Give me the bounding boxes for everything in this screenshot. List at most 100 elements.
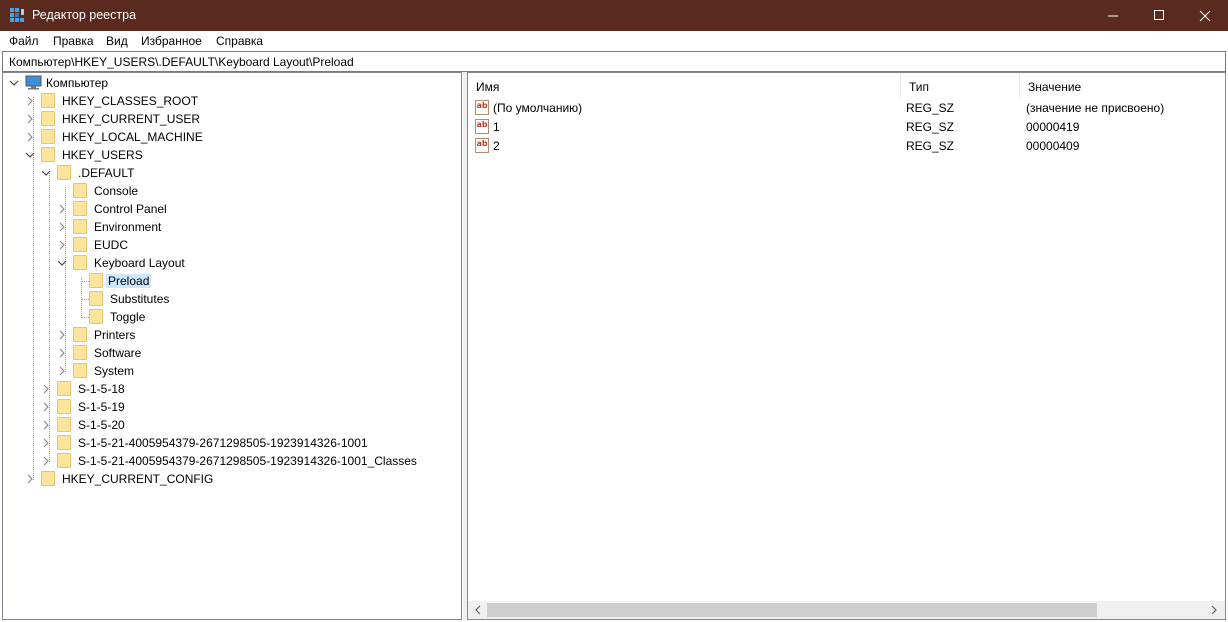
folder-icon: [73, 219, 87, 234]
tree-label: S-1-5-21-4005954379-2671298505-192391432…: [78, 454, 417, 468]
tree-label: Toggle: [110, 310, 146, 324]
tree-label: Printers: [94, 328, 136, 342]
chevron-down-icon[interactable]: [41, 168, 51, 178]
tree-item-user-sid[interactable]: S-1-5-21-4005954379-2671298505-192391432…: [41, 434, 451, 452]
tree-item-hkey-classes-root[interactable]: HKEY_CLASSES_ROOT: [25, 92, 445, 110]
tree-item-substitutes[interactable]: Substitutes: [73, 290, 433, 308]
value-type: REG_SZ: [906, 120, 955, 134]
value-row[interactable]: ab 2 REG_SZ 00000409: [468, 136, 1225, 155]
tree-label: S-1-5-19: [78, 400, 125, 414]
folder-icon: [89, 273, 103, 288]
address-bar[interactable]: Компьютер\HKEY_USERS\.DEFAULT\Keyboard L…: [2, 51, 1226, 72]
folder-icon: [73, 201, 87, 216]
column-header-data[interactable]: Значение: [1020, 73, 1225, 97]
window-title: Редактор реестра: [32, 8, 137, 22]
tree-label: HKEY_CLASSES_ROOT: [62, 94, 199, 108]
scroll-right-icon[interactable]: [1208, 604, 1220, 616]
tree-item-user-sid-classes[interactable]: S-1-5-21-4005954379-2671298505-192391432…: [41, 452, 451, 470]
chevron-right-icon[interactable]: [41, 438, 51, 448]
chevron-right-icon[interactable]: [57, 366, 67, 376]
folder-icon: [57, 165, 71, 180]
tree-label-selected: Preload: [106, 274, 152, 288]
chevron-right-icon[interactable]: [25, 474, 35, 484]
maximize-button[interactable]: [1136, 0, 1182, 31]
tree-item-preload[interactable]: Preload: [73, 272, 433, 290]
menu-file[interactable]: Файл: [9, 34, 39, 48]
column-label-type: Тип: [909, 80, 930, 94]
maximize-icon: [1153, 10, 1164, 20]
menu-help[interactable]: Справка: [216, 34, 263, 48]
folder-icon: [57, 381, 71, 396]
value-data: 00000419: [1026, 120, 1080, 134]
minimize-button[interactable]: [1090, 0, 1136, 31]
tree-item-console[interactable]: Console: [57, 182, 437, 200]
chevron-down-icon[interactable]: [25, 150, 35, 160]
tree-label: Substitutes: [110, 292, 170, 306]
tree-item-s-1-5-19[interactable]: S-1-5-19: [41, 398, 441, 416]
folder-icon: [57, 435, 71, 450]
tree-item-s-1-5-20[interactable]: S-1-5-20: [41, 416, 441, 434]
value-type: REG_SZ: [906, 101, 955, 115]
folder-icon: [57, 399, 71, 414]
chevron-right-icon[interactable]: [57, 240, 67, 250]
tree-label: HKEY_CURRENT_USER: [62, 112, 201, 126]
tree-item-hkey-current-user[interactable]: HKEY_CURRENT_USER: [25, 110, 445, 128]
string-value-icon: ab: [475, 100, 489, 115]
chevron-right-icon[interactable]: [57, 348, 67, 358]
menu-view[interactable]: Вид: [106, 34, 128, 48]
title-bar[interactable]: Редактор реестра: [0, 0, 1228, 31]
chevron-right-icon[interactable]: [41, 402, 51, 412]
registry-editor-icon: [10, 8, 24, 22]
chevron-right-icon[interactable]: [57, 330, 67, 340]
folder-icon: [57, 453, 71, 468]
tree-root-computer[interactable]: Компьютер: [9, 74, 449, 92]
column-header-type[interactable]: Тип: [901, 73, 1019, 97]
tree-item-software[interactable]: Software: [57, 344, 437, 362]
minimize-icon: [1107, 15, 1118, 17]
string-value-icon: ab: [475, 138, 489, 153]
tree-label: Software: [94, 346, 142, 360]
horizontal-scrollbar[interactable]: [468, 601, 1225, 619]
chevron-right-icon[interactable]: [25, 132, 35, 142]
menu-edit[interactable]: Правка: [53, 34, 94, 48]
tree-item-system[interactable]: System: [57, 362, 437, 380]
chevron-right-icon[interactable]: [41, 384, 51, 394]
tree-item-default[interactable]: .DEFAULT: [41, 164, 441, 182]
column-label-data: Значение: [1028, 80, 1082, 94]
value-data: (значение не присвоено): [1026, 101, 1165, 115]
tree-item-keyboard-layout[interactable]: Keyboard Layout: [57, 254, 437, 272]
column-label-name: Имя: [476, 80, 500, 94]
tree-item-toggle[interactable]: Toggle: [73, 308, 433, 326]
scrollbar-thumb[interactable]: [487, 603, 1097, 617]
tree-item-hkey-local-machine[interactable]: HKEY_LOCAL_MACHINE: [25, 128, 445, 146]
chevron-down-icon[interactable]: [9, 78, 19, 88]
tree-item-eudc[interactable]: EUDC: [57, 236, 437, 254]
chevron-right-icon[interactable]: [57, 204, 67, 214]
tree-label: S-1-5-18: [78, 382, 125, 396]
tree-item-environment[interactable]: Environment: [57, 218, 437, 236]
tree-label: Keyboard Layout: [94, 256, 185, 270]
tree-item-printers[interactable]: Printers: [57, 326, 437, 344]
chevron-right-icon[interactable]: [25, 114, 35, 124]
close-button[interactable]: [1182, 0, 1228, 31]
tree-item-hkey-users[interactable]: HKEY_USERS: [25, 146, 445, 164]
folder-icon: [89, 309, 103, 324]
value-row[interactable]: ab (По умолчанию) REG_SZ (значение не пр…: [468, 98, 1225, 117]
chevron-right-icon[interactable]: [41, 456, 51, 466]
chevron-right-icon[interactable]: [41, 420, 51, 430]
column-header-name[interactable]: Имя: [468, 73, 900, 97]
tree-item-s-1-5-18[interactable]: S-1-5-18: [41, 380, 441, 398]
tree-item-hkey-current-config[interactable]: HKEY_CURRENT_CONFIG: [25, 470, 445, 488]
folder-icon: [89, 291, 103, 306]
menu-favorites[interactable]: Избранное: [141, 34, 202, 48]
scroll-left-icon[interactable]: [472, 604, 484, 616]
value-row[interactable]: ab 1 REG_SZ 00000419: [468, 117, 1225, 136]
tree-label: HKEY_USERS: [62, 148, 143, 162]
folder-icon: [73, 183, 87, 198]
chevron-down-icon[interactable]: [57, 258, 67, 268]
tree-item-control-panel[interactable]: Control Panel: [57, 200, 437, 218]
chevron-right-icon[interactable]: [57, 222, 67, 232]
key-tree[interactable]: Компьютер HKEY_CLASSES_ROOT HKEY_CURRENT…: [2, 72, 462, 620]
chevron-right-icon[interactable]: [25, 96, 35, 106]
values-list[interactable]: Имя Тип Значение ab (По умолчанию) REG_S…: [467, 72, 1226, 620]
